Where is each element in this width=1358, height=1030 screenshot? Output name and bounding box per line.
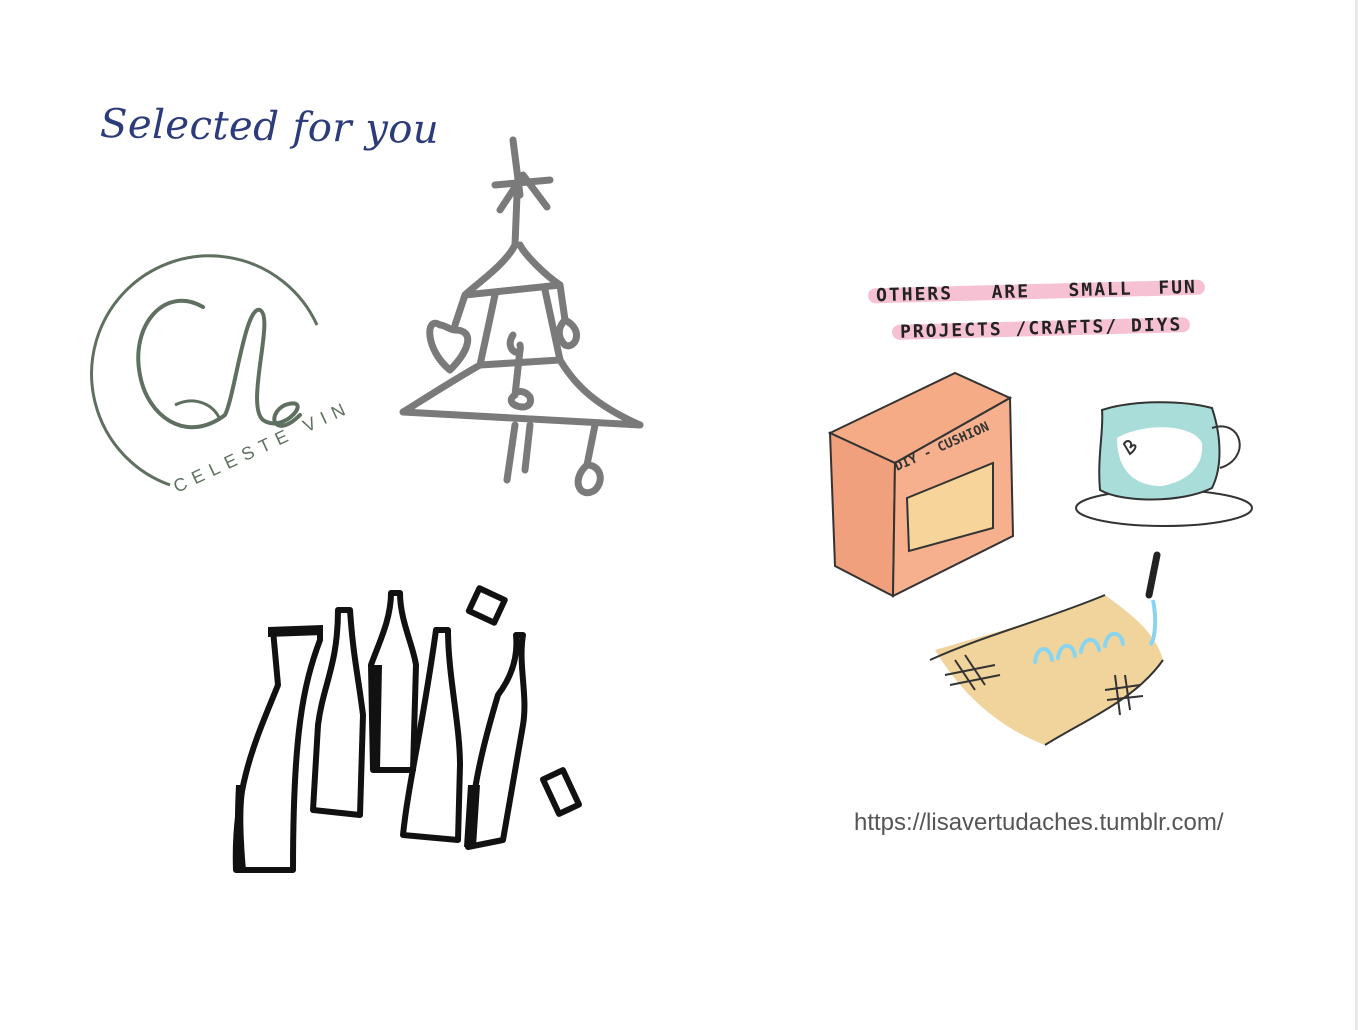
caption-line-2: PROJECTS /CRAFTS/ DIYS: [891, 314, 1191, 343]
wine-bottles-doodle: [232, 585, 582, 873]
source-url[interactable]: https://lisavertudaches.tumblr.com/: [854, 809, 1224, 837]
page-title: Selected for you: [99, 101, 440, 153]
celeste-vin-logo: CELESTE VIN: [90, 254, 350, 497]
christmas-tree-doodle: [399, 136, 644, 496]
caption-text-1: OTHERS ARE SMALL FUN: [875, 276, 1198, 307]
monogram-glyph: [136, 299, 302, 430]
teacup-drawing: [1075, 401, 1253, 527]
caption-line-1: OTHERS ARE SMALL FUN: [867, 276, 1206, 307]
rug-fabric-drawing: [929, 551, 1164, 746]
caption-text-2: PROJECTS /CRAFTS/ DIYS: [899, 314, 1183, 343]
